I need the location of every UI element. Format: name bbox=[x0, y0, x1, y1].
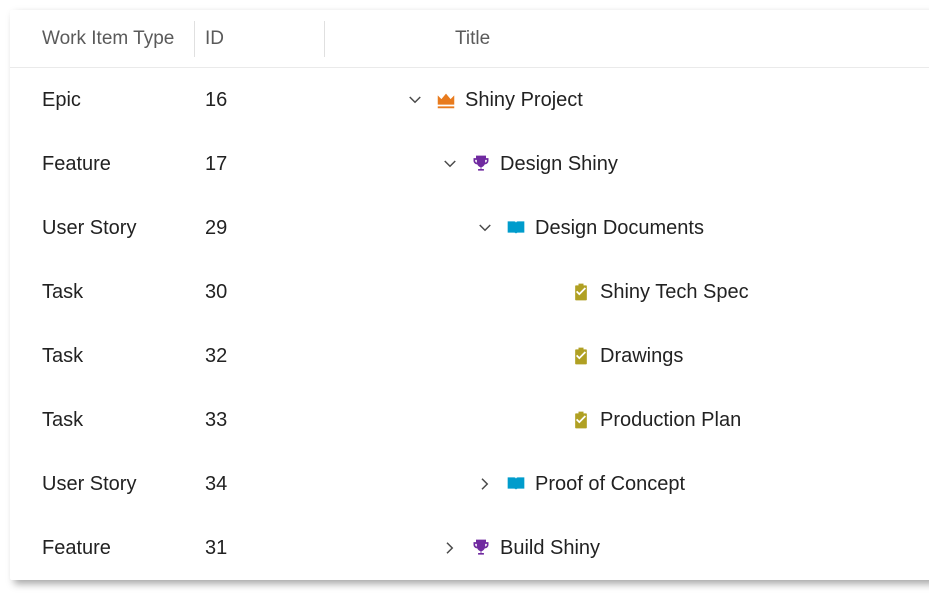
work-item-title[interactable]: Design Documents bbox=[535, 217, 704, 240]
table-row[interactable]: Feature31 Build Shiny bbox=[10, 516, 929, 580]
work-item-type: Epic bbox=[10, 89, 195, 112]
table-row[interactable]: User Story29 Design Documents bbox=[10, 196, 929, 260]
work-item-title-cell: Design Documents bbox=[325, 217, 929, 240]
chevron-down-icon[interactable] bbox=[440, 154, 460, 174]
chevron-down-icon[interactable] bbox=[475, 218, 495, 238]
work-item-type: Feature bbox=[10, 153, 195, 176]
work-item-type: Task bbox=[10, 345, 195, 368]
work-item-title-cell: Design Shiny bbox=[325, 153, 929, 176]
work-item-id: 34 bbox=[195, 473, 325, 496]
work-item-id: 30 bbox=[195, 281, 325, 304]
work-item-type: Task bbox=[10, 409, 195, 432]
trophy-icon bbox=[470, 153, 492, 175]
work-item-type: User Story bbox=[10, 473, 195, 496]
clipboard-icon bbox=[570, 281, 592, 303]
table-row[interactable]: Task32 Drawings bbox=[10, 324, 929, 388]
work-item-id: 16 bbox=[195, 89, 325, 112]
column-header-title[interactable]: Title bbox=[325, 21, 929, 57]
work-item-title-cell: Build Shiny bbox=[325, 537, 929, 560]
chevron-down-icon[interactable] bbox=[405, 90, 425, 110]
work-item-table: Work Item Type ID Title Epic16 Shiny Proj… bbox=[10, 10, 929, 580]
column-header-id[interactable]: ID bbox=[195, 21, 325, 57]
work-item-type: Task bbox=[10, 281, 195, 304]
work-item-title[interactable]: Drawings bbox=[600, 345, 683, 368]
work-item-title-cell: Shiny Tech Spec bbox=[325, 281, 929, 304]
clipboard-icon bbox=[570, 345, 592, 367]
work-item-id: 33 bbox=[195, 409, 325, 432]
work-item-title-cell: Proof of Concept bbox=[325, 473, 929, 496]
table-row[interactable]: Task30 Shiny Tech Spec bbox=[10, 260, 929, 324]
trophy-icon bbox=[470, 537, 492, 559]
book-icon bbox=[505, 473, 527, 495]
table-row[interactable]: Task33 Production Plan bbox=[10, 388, 929, 452]
work-item-id: 31 bbox=[195, 537, 325, 560]
chevron-right-icon[interactable] bbox=[475, 474, 495, 494]
work-item-title[interactable]: Production Plan bbox=[600, 409, 741, 432]
column-header-title-label: Title bbox=[455, 28, 490, 50]
column-header-type-label: Work Item Type bbox=[42, 28, 174, 50]
work-item-title-cell: Production Plan bbox=[325, 409, 929, 432]
chevron-right-icon[interactable] bbox=[440, 538, 460, 558]
crown-icon bbox=[435, 89, 457, 111]
work-item-type: Feature bbox=[10, 537, 195, 560]
book-icon bbox=[505, 217, 527, 239]
table-row[interactable]: Epic16 Shiny Project bbox=[10, 68, 929, 132]
work-item-id: 29 bbox=[195, 217, 325, 240]
clipboard-icon bbox=[570, 409, 592, 431]
table-header-row: Work Item Type ID Title bbox=[10, 10, 929, 68]
work-item-title-cell: Drawings bbox=[325, 345, 929, 368]
work-item-title[interactable]: Shiny Project bbox=[465, 89, 583, 112]
work-item-title[interactable]: Proof of Concept bbox=[535, 473, 685, 496]
work-item-id: 17 bbox=[195, 153, 325, 176]
work-item-title[interactable]: Shiny Tech Spec bbox=[600, 281, 749, 304]
column-header-type[interactable]: Work Item Type bbox=[10, 21, 195, 57]
work-item-title-cell: Shiny Project bbox=[325, 89, 929, 112]
work-item-id: 32 bbox=[195, 345, 325, 368]
work-item-type: User Story bbox=[10, 217, 195, 240]
column-header-id-label: ID bbox=[205, 28, 224, 50]
work-item-title[interactable]: Build Shiny bbox=[500, 537, 600, 560]
table-row[interactable]: Feature17 Design Shiny bbox=[10, 132, 929, 196]
work-item-title[interactable]: Design Shiny bbox=[500, 153, 618, 176]
table-row[interactable]: User Story34 Proof of Concept bbox=[10, 452, 929, 516]
